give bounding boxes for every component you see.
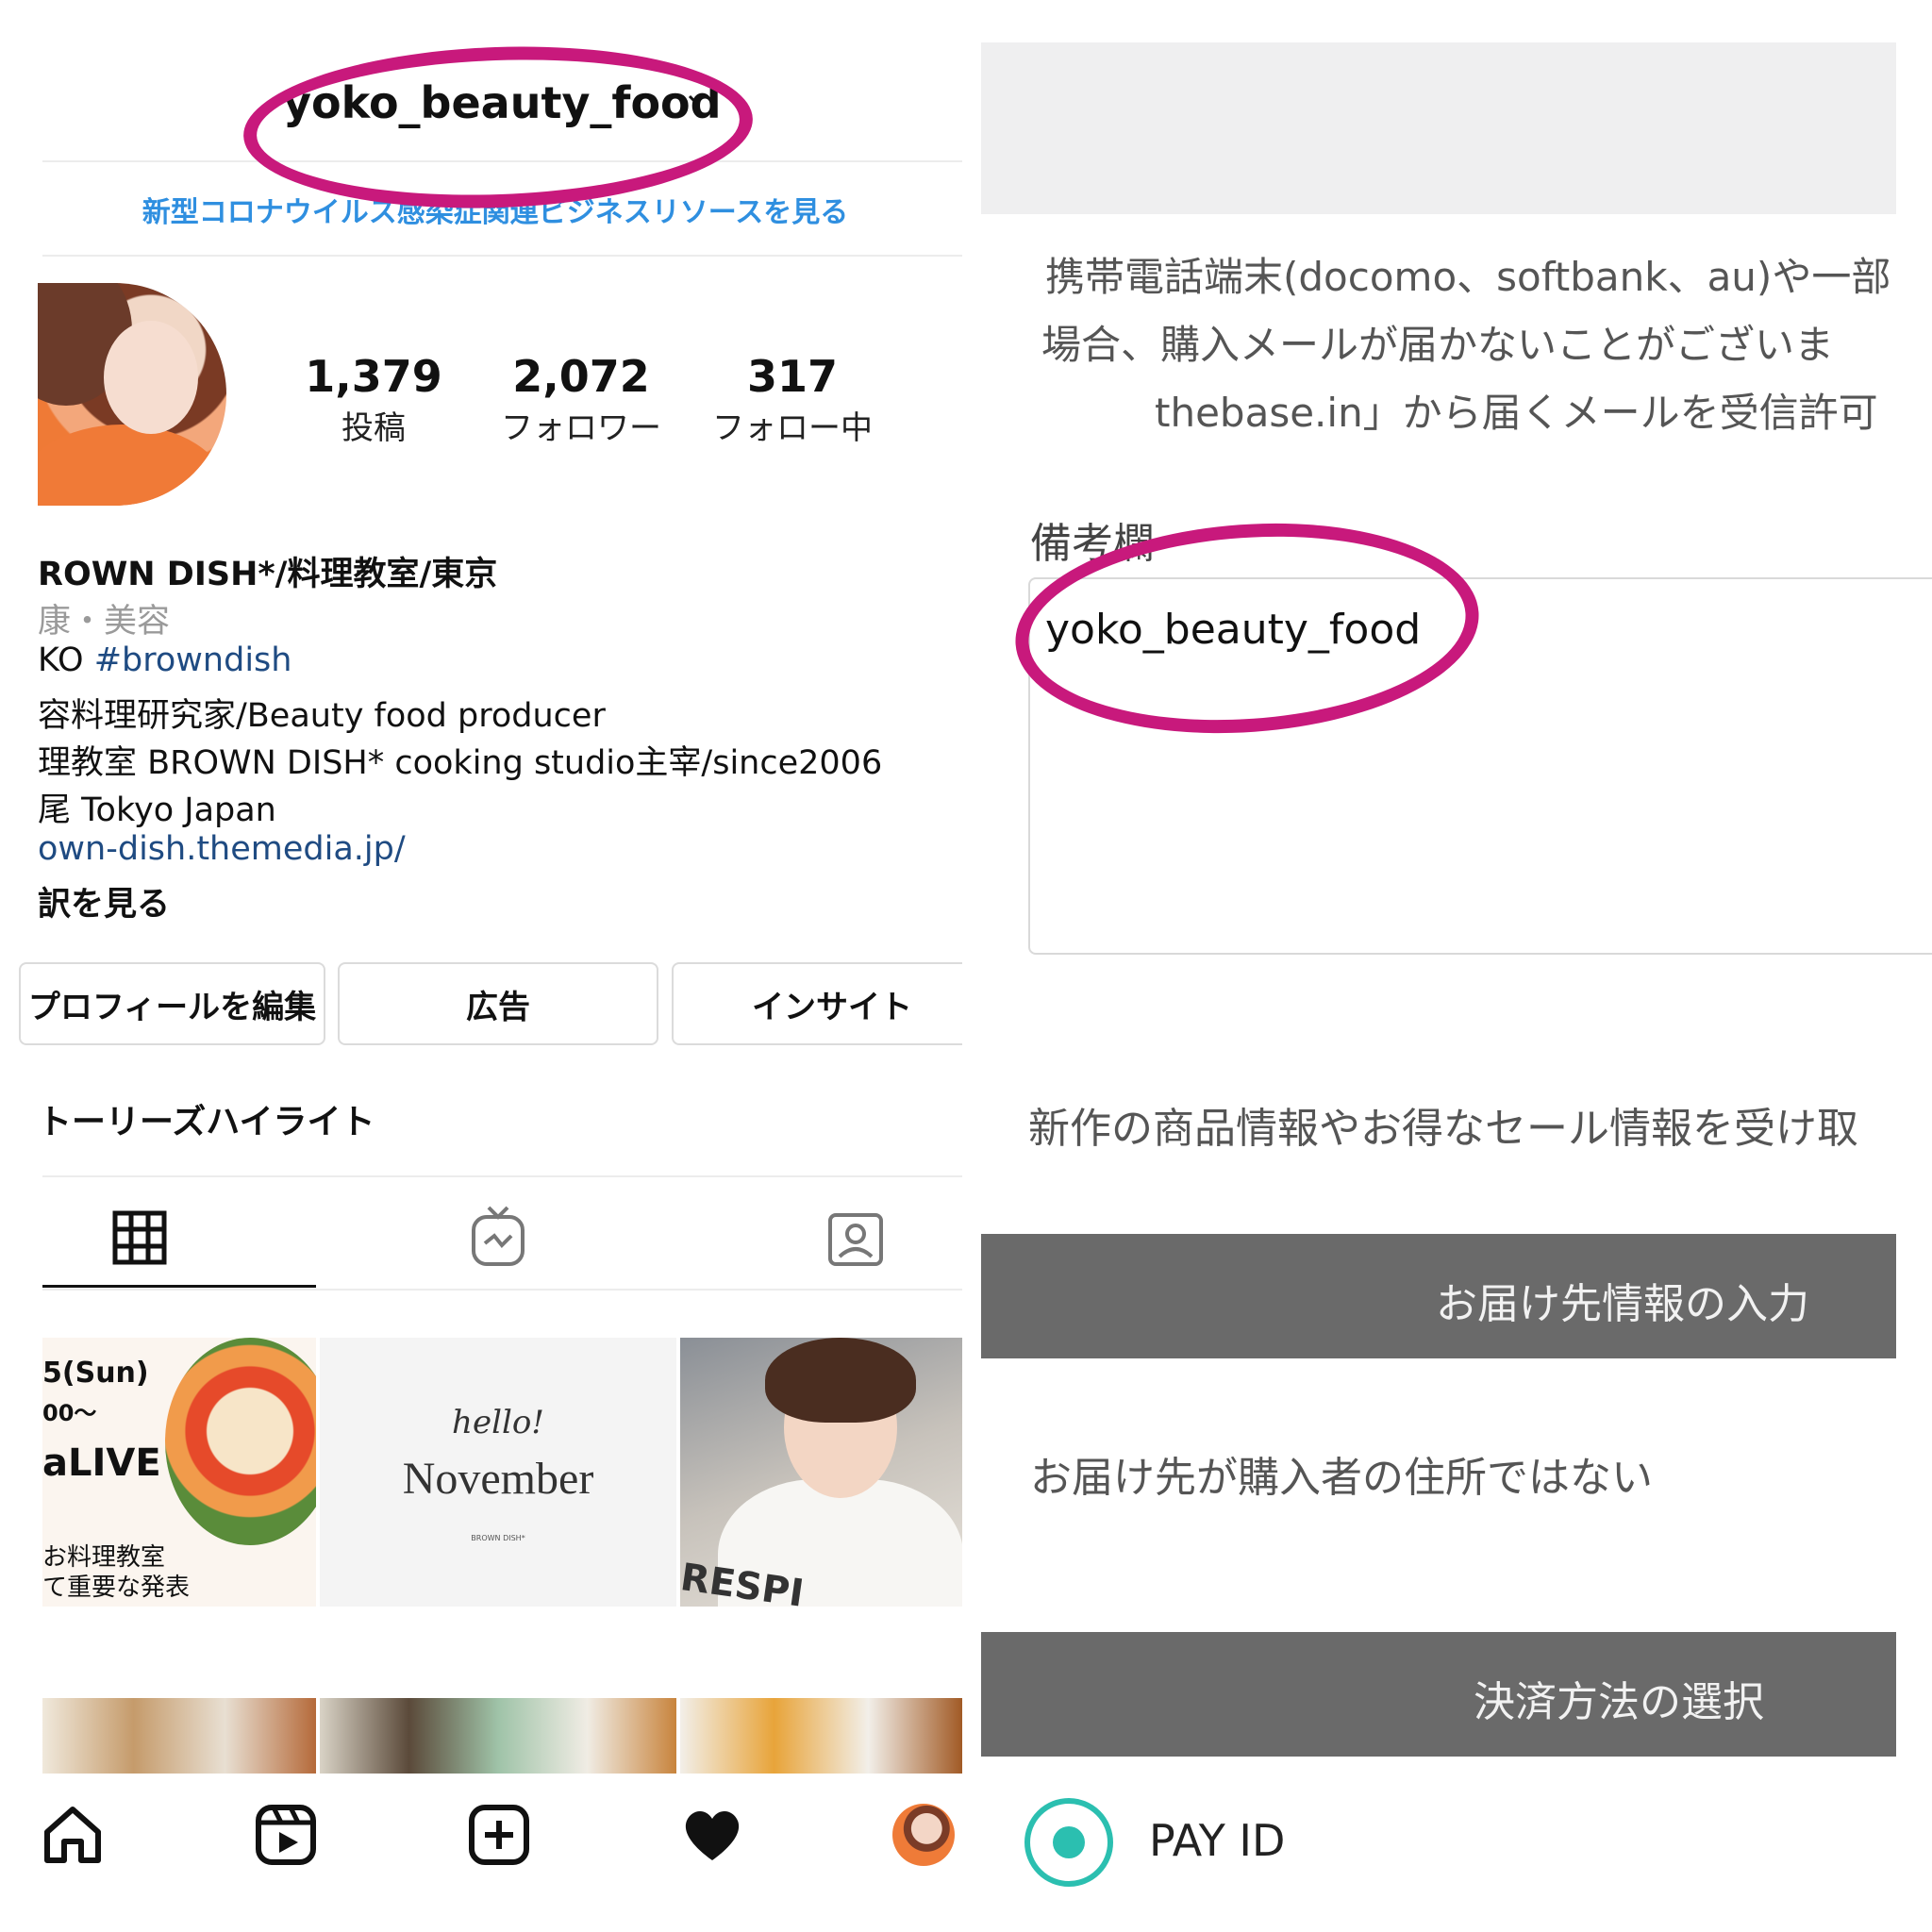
email-notice-line: 場合、購入メールが届かないことがございま <box>1041 322 1835 368</box>
followers-count[interactable]: 2,072 <box>468 351 694 402</box>
divider <box>42 1289 962 1291</box>
profile-category: 康・美容 <box>38 603 171 641</box>
grid-tab-indicator <box>42 1285 316 1288</box>
posts-label: 投稿 <box>341 409 406 447</box>
section-title: お届け先情報の入力 <box>1436 1280 1809 1328</box>
followers-label: フォロワー <box>501 409 661 447</box>
email-notice-line: thebase.in」から届くメールを受信許可 <box>1155 390 1878 436</box>
following-count[interactable]: 317 <box>679 351 906 402</box>
tile-text: BROWN DISH* <box>471 1534 525 1542</box>
profile-avatar-nav[interactable] <box>892 1804 955 1866</box>
header-bar <box>981 42 1896 214</box>
insights-button[interactable]: インサイト <box>672 962 962 1045</box>
bio-line: 容料理研究家/Beauty food producer <box>38 697 606 735</box>
food-photo <box>165 1338 316 1545</box>
grid-icon[interactable] <box>111 1209 168 1266</box>
post-tile[interactable]: RESPI <box>680 1338 962 1607</box>
tagged-photos-icon[interactable] <box>826 1209 885 1268</box>
post-tile[interactable] <box>680 1698 962 1774</box>
email-notice-line: 携帯電話端末(docomo、softbank、au)や一部 <box>1045 254 1891 300</box>
edit-profile-button[interactable]: プロフィールを編集 <box>19 962 325 1045</box>
tile-text: て重要な発表 <box>42 1574 191 1602</box>
tile-text: November <box>402 1454 594 1504</box>
activity-heart-icon[interactable] <box>679 1802 745 1868</box>
post-tile[interactable]: hello! November BROWN DISH* <box>320 1338 676 1607</box>
section-delivery-header: お届け先情報の入力 <box>981 1234 1896 1358</box>
pay-id-label[interactable]: PAY ID <box>1149 1815 1285 1866</box>
divider <box>42 255 962 257</box>
newsletter-checkbox-label[interactable]: 新作の商品情報やお得なセール情報を受け取 <box>1028 1094 1858 1155</box>
tile-text: aLIVE <box>42 1441 161 1485</box>
home-icon[interactable] <box>40 1802 106 1868</box>
bio-line: 理教室 BROWN DISH* cooking studio主宰/since20… <box>38 744 883 782</box>
reels-icon[interactable] <box>253 1802 319 1868</box>
story-highlights-heading[interactable]: トーリーズハイライト <box>38 1094 375 1143</box>
following-label: フォロー中 <box>712 409 873 447</box>
post-tile[interactable]: 5(Sun) 00〜 aLIVE お料理教室 て重要な発表 <box>42 1338 316 1607</box>
tile-text: hello! <box>452 1404 544 1441</box>
hair-shape <box>765 1338 916 1423</box>
post-tile[interactable] <box>42 1698 316 1774</box>
instagram-profile-screen: yoko_beauty_food 新型コロナウイルス感染症関連ビジネスリソースを… <box>0 0 962 1932</box>
bio-line: 尾 Tokyo Japan <box>38 791 276 829</box>
new-post-icon[interactable] <box>466 1802 532 1868</box>
tile-text: 5(Sun) <box>42 1357 149 1390</box>
tile-text: 00〜 <box>42 1400 97 1426</box>
website-link[interactable]: own-dish.themedia.jp/ <box>38 830 406 868</box>
divider <box>42 1175 962 1177</box>
section-payment-header: 決済方法の選択 <box>981 1632 1896 1757</box>
bio-line: KO #browndish <box>38 641 291 679</box>
checkout-screen: 携帯電話端末(docomo、softbank、au)や一部 場合、購入メールが届… <box>981 0 1932 1932</box>
profile-name: ROWN DISH*/料理教室/東京 <box>38 556 498 593</box>
hashtag-link[interactable]: #browndish <box>94 641 292 679</box>
radio-selected-dot <box>1053 1826 1085 1858</box>
profile-avatar[interactable] <box>38 283 226 506</box>
section-title: 決済方法の選択 <box>1474 1678 1764 1726</box>
igtv-icon[interactable] <box>470 1204 526 1268</box>
ads-button[interactable]: 広告 <box>338 962 658 1045</box>
see-translation-link[interactable]: 訳を見る <box>38 877 170 925</box>
posts-count[interactable]: 1,379 <box>260 351 487 402</box>
post-tile[interactable] <box>320 1698 676 1774</box>
delivery-option[interactable]: お届け先が購入者の住所ではない <box>1030 1443 1653 1504</box>
bio-text: KO <box>38 641 94 679</box>
